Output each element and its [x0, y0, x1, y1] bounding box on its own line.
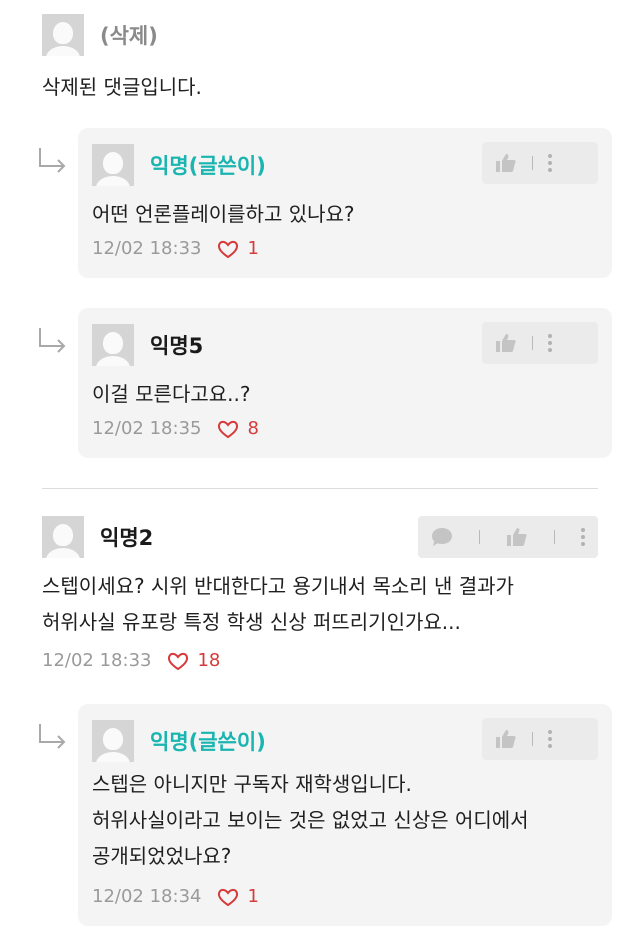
action-separator: [479, 530, 480, 544]
comment-text: 삭제된 댓글입니다.: [42, 75, 202, 99]
heart-outline-icon[interactable]: [217, 419, 239, 439]
action-separator: [532, 732, 533, 746]
comment-divider: [42, 488, 598, 489]
reply-arrow-icon: [39, 724, 66, 749]
comment-item: 익명2 스텝이세요? 시위 반대한다고 용기내서 목소리 낸 결과가 허위사실 …: [0, 516, 640, 671]
action-separator: [532, 156, 533, 170]
thumbs-up-icon[interactable]: [494, 152, 518, 174]
comment-author: 익명2: [100, 526, 154, 550]
comment-author: (삭제): [100, 24, 158, 48]
thumbs-up-icon[interactable]: [494, 728, 518, 750]
comment-author: 익명5: [150, 334, 204, 358]
comment-text-line: 스텝이세요? 시위 반대한다고 용기내서 목소리 낸 결과가: [42, 574, 514, 598]
action-separator: [532, 336, 533, 350]
comment-time: 12/02 18:34: [92, 886, 202, 907]
chat-bubble-icon[interactable]: [430, 526, 454, 548]
comment-text-line: 스텝은 아니지만 구독자 재학생입니다.: [92, 772, 412, 796]
comment-text-line: 공개되었었나요?: [92, 844, 232, 868]
more-vertical-icon[interactable]: [547, 333, 553, 353]
comment-header: 익명5: [92, 324, 203, 366]
like-count: 18: [197, 650, 221, 671]
comment-meta: 12/02 18:33 18: [42, 650, 640, 671]
reply-card: 익명(글쓴이) 어떤 언론플레이를하고 있나요? 12/02 18:33 1: [78, 128, 612, 278]
comment-author: 익명(글쓴이): [150, 730, 266, 754]
avatar: [42, 14, 84, 56]
comment-header: 익명(글쓴이): [92, 144, 266, 186]
reply-arrow-icon: [39, 328, 66, 353]
more-vertical-icon[interactable]: [547, 729, 553, 749]
comment-actions: [418, 516, 598, 558]
like-count: 8: [247, 418, 259, 439]
like-count: 1: [247, 238, 259, 259]
comment-header: (삭제): [42, 14, 640, 56]
more-vertical-icon[interactable]: [547, 153, 553, 173]
thumbs-up-icon[interactable]: [505, 526, 529, 548]
comment-deleted: (삭제) 삭제된 댓글입니다.: [0, 14, 640, 105]
action-separator: [554, 530, 555, 544]
reply-arrow-icon: [39, 148, 66, 173]
heart-outline-icon[interactable]: [217, 239, 239, 259]
comment-text-line: 허위사실 유포랑 특정 학생 신상 퍼뜨리기인가요...: [42, 610, 461, 634]
heart-outline-icon[interactable]: [217, 887, 239, 907]
comment-time: 12/02 18:35: [92, 418, 202, 439]
avatar: [42, 516, 84, 558]
comment-text: 이걸 모른다고요..?: [92, 382, 251, 406]
comment-text: 어떤 언론플레이를하고 있나요?: [92, 202, 355, 226]
comment-meta: 12/02 18:33 1: [92, 238, 259, 259]
comment-actions: [482, 718, 598, 760]
thumbs-up-icon[interactable]: [494, 332, 518, 354]
comment-header: 익명(글쓴이): [92, 720, 266, 762]
reply-card: 익명5 이걸 모른다고요..? 12/02 18:35 8: [78, 308, 612, 458]
comment-time: 12/02 18:33: [42, 650, 152, 671]
avatar: [92, 324, 134, 366]
comment-text: 스텝은 아니지만 구독자 재학생입니다. 허위사실이라고 보이는 것은 없었고 …: [92, 766, 529, 874]
comment-text-line: 허위사실이라고 보이는 것은 없었고 신상은 어디에서: [92, 808, 529, 832]
avatar: [92, 144, 134, 186]
reply-card: 익명(글쓴이) 스텝은 아니지만 구독자 재학생입니다. 허위사실이라고 보이는…: [78, 704, 612, 926]
comment-text: 스텝이세요? 시위 반대한다고 용기내서 목소리 낸 결과가 허위사실 유포랑 …: [42, 568, 640, 640]
comment-meta: 12/02 18:35 8: [92, 418, 259, 439]
more-vertical-icon[interactable]: [580, 527, 586, 547]
comment-author: 익명(글쓴이): [150, 154, 266, 178]
comment-meta: 12/02 18:34 1: [92, 886, 259, 907]
like-count: 1: [247, 886, 259, 907]
comment-actions: [482, 322, 598, 364]
comment-time: 12/02 18:33: [92, 238, 202, 259]
heart-outline-icon[interactable]: [167, 651, 189, 671]
avatar: [92, 720, 134, 762]
comment-actions: [482, 142, 598, 184]
